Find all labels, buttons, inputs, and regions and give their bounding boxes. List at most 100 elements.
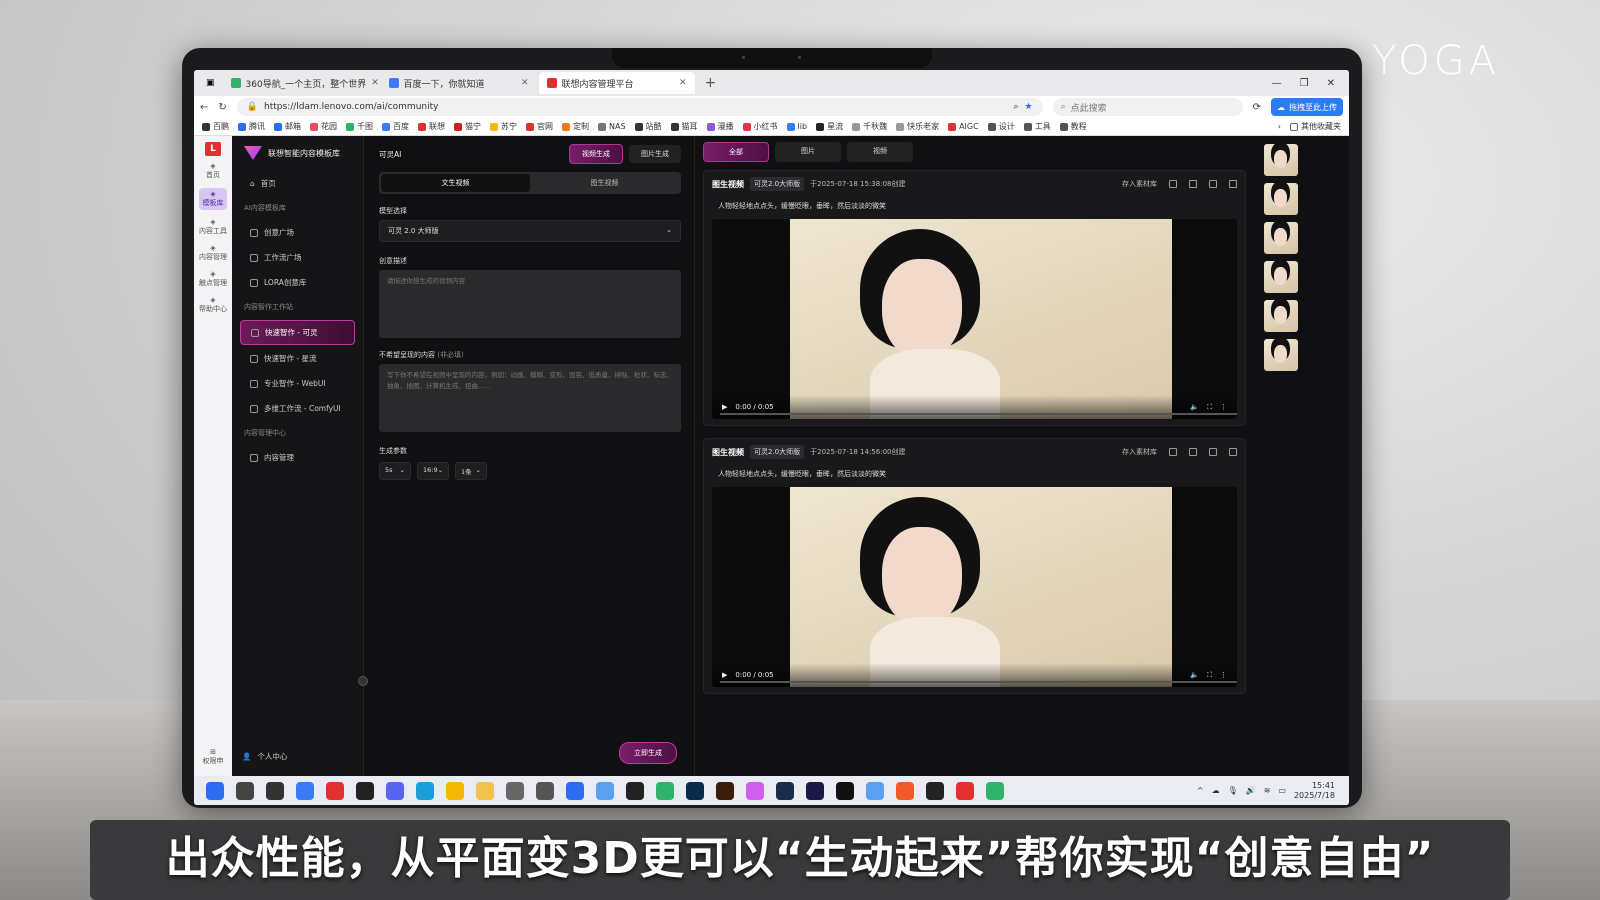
bookmark-item[interactable]: 教程 (1059, 121, 1087, 132)
bookmark-item[interactable]: 千秋魏 (852, 121, 887, 132)
play-icon[interactable]: ▶ (722, 671, 727, 679)
filter-images[interactable]: 图片 (775, 142, 841, 162)
wechat-icon[interactable] (656, 781, 674, 800)
app-icon[interactable] (926, 781, 944, 800)
fullscreen-icon[interactable]: ⛶ (1207, 403, 1212, 412)
save-to-library-button[interactable]: 存入素材库 (1122, 447, 1157, 457)
app-icon[interactable] (296, 781, 314, 800)
close-icon[interactable]: ✕ (1327, 78, 1335, 89)
app-icon[interactable] (866, 781, 884, 800)
back-icon[interactable]: ← (200, 102, 208, 113)
maximize-icon[interactable]: ❐ (1300, 78, 1309, 89)
bookmark-item[interactable]: 官网 (526, 121, 553, 132)
generate-button[interactable]: 立即生成 (619, 742, 677, 764)
app-icon[interactable] (596, 781, 614, 800)
more-options-icon[interactable]: ⋮ (1220, 671, 1227, 679)
result-thumbnail[interactable] (1264, 144, 1298, 176)
tab-image-generation[interactable]: 图片生成 (629, 145, 681, 163)
tab-video-generation[interactable]: 视频生成 (569, 144, 623, 164)
app-icon[interactable] (746, 781, 764, 800)
bookmark-item[interactable]: 快乐老家 (896, 121, 939, 132)
cloud-upload-button[interactable]: ☁ 拖拽至此上传 (1271, 98, 1343, 116)
bookmark-item[interactable]: 苏宁 (490, 121, 517, 132)
rail-item[interactable]: ◈ 内容工具 (199, 218, 227, 236)
sidebar-item[interactable]: LORA创意库 (240, 271, 355, 294)
browser-tab[interactable]: 百度一下，你就知道 ✕ (381, 72, 537, 94)
app-icon[interactable] (776, 781, 794, 800)
qq-icon[interactable] (626, 781, 644, 800)
bookmark-item[interactable]: 花园 (310, 121, 337, 132)
bookmark-item[interactable]: 百鹏 (202, 121, 229, 132)
browser-tab[interactable]: 360导航_一个主页，整个世界 ✕ (223, 72, 379, 94)
sidebar-item[interactable]: 快速智作 - 可灵 (240, 320, 355, 345)
ratio-select[interactable]: 16:9 ⌄ (417, 462, 449, 480)
browser-tab[interactable]: 联想内容管理平台 ✕ (538, 72, 695, 94)
bookmark-item[interactable]: 腾讯 (238, 121, 265, 132)
bookmark-item[interactable]: 百度 (382, 121, 409, 132)
app-icon[interactable] (356, 781, 374, 800)
result-thumbnail[interactable] (1264, 261, 1298, 293)
settings-icon[interactable] (506, 781, 524, 800)
new-tab-button[interactable]: + (697, 75, 725, 91)
bookmark-item[interactable]: NAS (598, 121, 626, 132)
video-progress-bar[interactable] (720, 681, 1237, 683)
capcut-icon[interactable] (836, 781, 854, 800)
volume-icon[interactable]: 🔈 (1190, 671, 1199, 679)
app-icon[interactable] (896, 781, 914, 800)
mic-icon[interactable]: 🎙 (1228, 786, 1238, 795)
minimize-icon[interactable]: — (1272, 78, 1282, 89)
rail-item[interactable]: ◈ 首页 (199, 162, 227, 180)
app-icon[interactable] (566, 781, 584, 800)
chevron-up-icon[interactable]: ^ (1197, 786, 1204, 795)
cloud-icon[interactable]: ☁ (1212, 786, 1220, 795)
video-progress-bar[interactable] (720, 413, 1237, 415)
collapse-sidebar-button[interactable] (358, 676, 368, 686)
download-icon[interactable] (1169, 448, 1177, 456)
delete-icon[interactable] (1229, 180, 1237, 188)
model-select[interactable]: 可灵 2.0 大师版 ⌄ (379, 220, 681, 242)
zoom-icon[interactable]: ⌕ (1013, 102, 1018, 112)
regenerate-icon[interactable] (1209, 448, 1217, 456)
bookmark-item[interactable]: 联想 (418, 121, 445, 132)
count-select[interactable]: 1条 ⌄ (455, 462, 487, 480)
chrome-icon[interactable] (446, 781, 464, 800)
wps-icon[interactable] (956, 781, 974, 800)
sidebar-item[interactable]: 专业智作 - WebUI (240, 372, 355, 395)
pen-icon[interactable] (536, 781, 554, 800)
youdao-icon[interactable] (326, 781, 344, 800)
result-thumbnail[interactable] (1264, 222, 1298, 254)
description-textarea[interactable]: 请描述你想生成的视频内容 (379, 270, 681, 338)
audition-icon[interactable] (806, 781, 824, 800)
start-icon[interactable] (206, 781, 224, 800)
rail-item[interactable]: ◈ 触点管理 (199, 270, 227, 288)
video-player[interactable]: ▶ 0:00 / 0:05 🔈 ⛶ ⋮ (712, 487, 1237, 687)
fullscreen-icon[interactable]: ⛶ (1207, 671, 1212, 680)
other-bookmarks[interactable]: 其他收藏夹 (1290, 121, 1341, 132)
close-tab-icon[interactable]: ✕ (371, 78, 378, 88)
duration-select[interactable]: 5s ⌄ (379, 462, 411, 480)
sidebar-item-home[interactable]: ⌂ 首页 (240, 172, 355, 195)
bookmark-item[interactable]: 猫耳 (670, 121, 698, 132)
edge-icon[interactable] (416, 781, 434, 800)
sidebar-item[interactable]: 快速智作 - 星流 (240, 347, 355, 370)
search-icon[interactable] (236, 781, 254, 800)
rail-item[interactable]: ◈ 帮助中心 (199, 296, 227, 314)
regenerate-icon[interactable] (1209, 180, 1217, 188)
rail-item[interactable]: ◈ 模板库 (199, 188, 227, 210)
sidebar-item[interactable]: 多维工作流 - ComfyUI (240, 397, 355, 420)
tab-image-to-video[interactable]: 图生视频 (530, 174, 679, 192)
edit-icon[interactable] (1189, 448, 1197, 456)
bookmark-item[interactable]: 设计 (987, 121, 1015, 132)
tab-text-to-video[interactable]: 文生视频 (381, 174, 530, 192)
bookmark-item[interactable]: 千图 (346, 121, 373, 132)
edit-icon[interactable] (1189, 180, 1197, 188)
folder-icon[interactable] (476, 781, 494, 800)
sidebar-item[interactable]: 创意广场 (240, 221, 355, 244)
bookmark-item[interactable]: lib (786, 121, 807, 132)
play-icon[interactable]: ▶ (722, 403, 727, 411)
taskview-icon[interactable] (266, 781, 284, 800)
close-tab-icon[interactable]: ✕ (521, 78, 529, 88)
rail-item[interactable]: ◈ 内容管理 (199, 244, 227, 262)
browser-search-field[interactable]: ⌕ 点此搜索 (1052, 98, 1243, 116)
result-thumbnail[interactable] (1264, 300, 1298, 332)
